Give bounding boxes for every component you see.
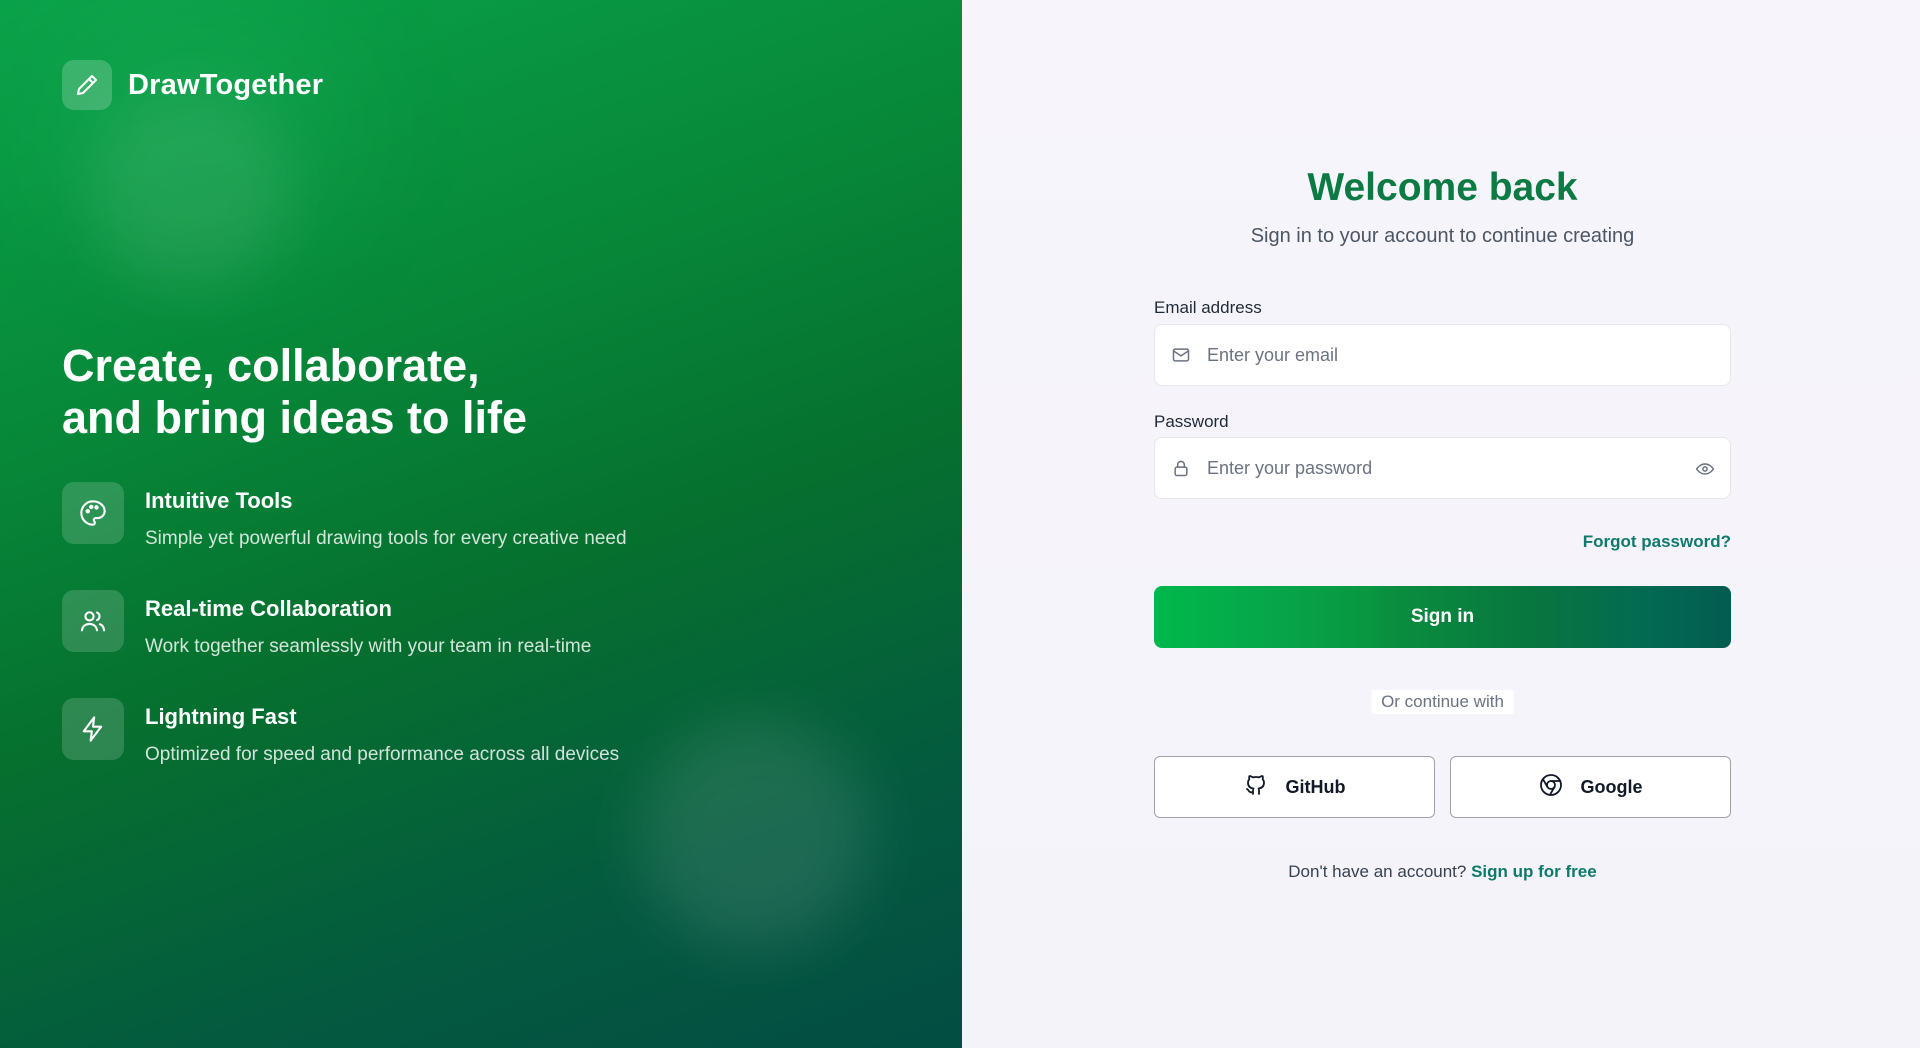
lock-icon (1170, 457, 1192, 479)
hero-headline-line2: and bring ideas to life (62, 392, 528, 443)
mail-icon (1170, 344, 1192, 366)
decorative-glow (640, 720, 870, 950)
signup-link[interactable]: Sign up for free (1471, 862, 1597, 881)
brand-logo[interactable]: DrawTogether (62, 60, 323, 110)
signup-prompt-text: Don't have an account? (1288, 862, 1467, 881)
password-field[interactable] (1154, 437, 1731, 499)
palette-icon (62, 482, 124, 544)
hero-panel: DrawTogether Create, collaborate, and br… (0, 0, 962, 1048)
feature-item: Intuitive Tools Simple yet powerful draw… (62, 482, 627, 550)
divider-label: Or continue with (1371, 690, 1514, 714)
password-label: Password (1154, 412, 1229, 431)
feature-description: Optimized for speed and performance acro… (145, 744, 620, 765)
feature-title: Intuitive Tools (145, 488, 293, 513)
feature-title: Real-time Collaboration (145, 596, 392, 621)
signin-panel: Welcome back Sign in to your account to … (962, 0, 1920, 1048)
signup-prompt: Don't have an account? Sign up for free (1154, 862, 1731, 882)
signin-button[interactable]: Sign in (1154, 586, 1731, 648)
feature-description: Simple yet powerful drawing tools for ev… (145, 528, 627, 549)
pencil-icon (62, 60, 112, 110)
forgot-password-link[interactable]: Forgot password? (1583, 532, 1731, 552)
page-title: Welcome back (1307, 166, 1578, 209)
hero-headline: Create, collaborate, and bring ideas to … (62, 340, 527, 444)
feature-description: Work together seamlessly with your team … (145, 636, 592, 657)
password-input[interactable] (1207, 457, 1730, 479)
email-input[interactable] (1207, 344, 1730, 366)
google-label: Google (1580, 776, 1643, 797)
users-icon (62, 590, 124, 652)
github-label: GitHub (1285, 776, 1346, 797)
google-button[interactable]: Google (1450, 756, 1731, 818)
email-label: Email address (1154, 298, 1262, 317)
feature-item: Real-time Collaboration Work together se… (62, 590, 627, 658)
decorative-glow (90, 90, 290, 290)
feature-title: Lightning Fast (145, 704, 297, 729)
lightning-icon (62, 698, 124, 760)
feature-item: Lightning Fast Optimized for speed and p… (62, 698, 627, 766)
feature-list: Intuitive Tools Simple yet powerful draw… (62, 482, 627, 766)
email-field[interactable] (1154, 324, 1731, 386)
page-subtitle: Sign in to your account to continue crea… (1250, 225, 1635, 247)
chrome-icon (1539, 773, 1563, 802)
eye-icon[interactable] (1694, 458, 1716, 480)
github-icon (1244, 773, 1268, 802)
hero-headline-line1: Create, collaborate, (62, 340, 480, 391)
brand-name: DrawTogether (128, 68, 324, 101)
github-button[interactable]: GitHub (1154, 756, 1435, 818)
